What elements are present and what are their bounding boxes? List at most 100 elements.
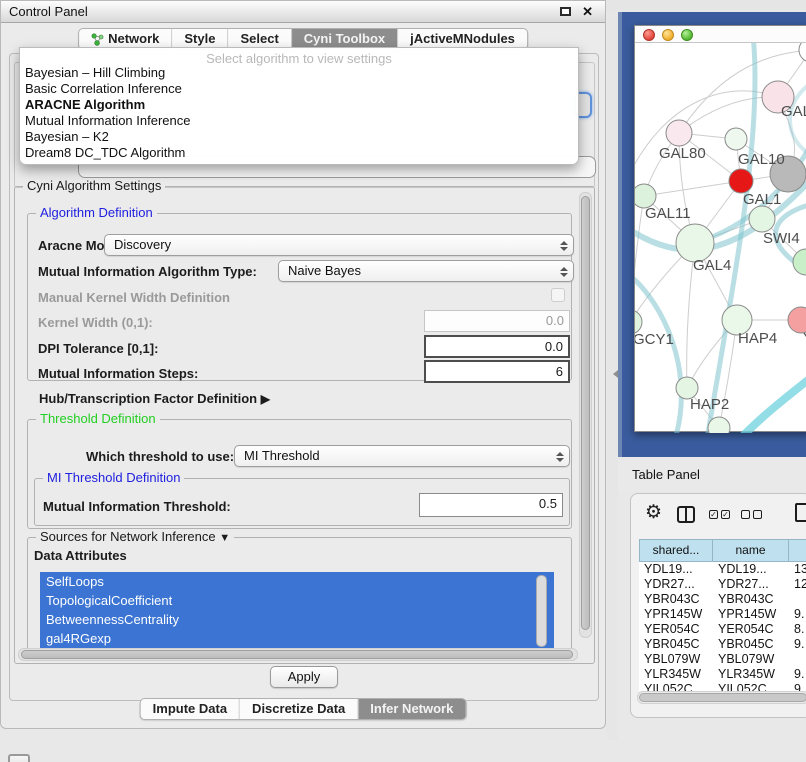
table-row[interactable]: YBR043CYBR043C	[639, 592, 806, 607]
column-header[interactable]	[789, 539, 806, 562]
minimize-traffic-light-icon[interactable]	[662, 29, 674, 41]
algorithm-option[interactable]: ARACNE Algorithm	[20, 97, 578, 113]
table-row[interactable]: YDR27...YDR27...12	[639, 577, 806, 592]
network-canvas[interactable]: GALGAL80GAL10GAL1GAL11SWI4GAL4GCY1HAP4YH…	[635, 43, 806, 433]
which-threshold-select[interactable]: MI Threshold	[234, 445, 570, 467]
table-row[interactable]: YPR145WYPR145W9.	[639, 607, 806, 622]
algorithm-option[interactable]: Bayesian – K2	[20, 129, 578, 145]
table-row[interactable]: YLR345WYLR345W9.	[639, 667, 806, 682]
table-cell: 9	[789, 682, 806, 691]
table-cell: YBL079W	[639, 652, 713, 667]
table-cell: 9.	[789, 607, 806, 622]
tab-cyni-toolbox[interactable]: Cyni Toolbox	[291, 29, 397, 49]
manual-kernel-width-checkbox[interactable]	[551, 288, 565, 302]
network-node-gal10[interactable]	[725, 128, 747, 150]
tab-infer-network[interactable]: Infer Network	[357, 699, 465, 719]
data-attribute-item[interactable]: TopologicalCoefficient	[40, 591, 554, 610]
table-cell: YDR27...	[713, 577, 789, 592]
columns-icon[interactable]	[677, 506, 695, 523]
scrollbar-thumb[interactable]	[21, 650, 573, 659]
close-icon[interactable]: ✕	[582, 4, 593, 20]
algorithm-option[interactable]: Basic Correlation Inference	[20, 81, 578, 97]
tab-style[interactable]: Style	[171, 29, 227, 49]
cyni-bottom-tabbar: Impute Data Discretize Data Infer Networ…	[140, 698, 467, 720]
tab-label: Cyni Toolbox	[304, 29, 385, 49]
network-node-top-right-cut[interactable]	[799, 43, 806, 62]
hub-definition-label: Hub/Transcription Factor Definition	[39, 391, 257, 406]
network-icon	[91, 33, 104, 46]
sources-title: Sources for Network Inference	[40, 529, 216, 544]
sources-group: Sources for Network Inference ▼ Data Att…	[27, 537, 572, 655]
tab-impute-data[interactable]: Impute Data	[141, 699, 239, 719]
gear-icon[interactable]: ⚙	[645, 501, 662, 524]
table-cell: YPR145W	[639, 607, 713, 622]
network-node-swi4[interactable]	[749, 206, 775, 232]
split-pane-divider[interactable]	[607, 10, 618, 740]
control-panel-window: Control Panel ✕ Network Style Select Cyn…	[0, 0, 606, 729]
table-row[interactable]: YER054CYER054C8.	[639, 622, 806, 637]
scrollbar-thumb[interactable]	[581, 196, 590, 630]
apply-button[interactable]: Apply	[270, 666, 338, 688]
table-cell: YPR145W	[713, 607, 789, 622]
divider-collapse-handle[interactable]	[609, 370, 618, 378]
settings-vertical-scrollbar[interactable]	[579, 192, 592, 638]
column-header[interactable]: name	[713, 539, 789, 562]
column-header[interactable]: shared...	[639, 539, 713, 562]
network-view-window: GALGAL80GAL10GAL1GAL11SWI4GAL4GCY1HAP4YH…	[634, 25, 806, 432]
scrollbar-thumb[interactable]	[639, 693, 806, 702]
mi-algorithm-type-select[interactable]: Naive Bayes	[278, 260, 574, 282]
node-label: GCY1	[635, 331, 674, 348]
data-attribute-item[interactable]: gal4RGexp	[40, 629, 554, 648]
tab-select[interactable]: Select	[227, 29, 290, 49]
table-panel-titlebar: Table Panel	[618, 457, 806, 492]
settings-horizontal-scrollbar[interactable]	[18, 648, 578, 661]
minimized-panel-button[interactable]	[8, 754, 30, 762]
algorithm-option[interactable]: Bayesian – Hill Climbing	[20, 65, 578, 81]
checked-boxes-icon[interactable]: ✓ ✓	[709, 506, 730, 519]
table-row[interactable]: YDL19...YDL19...13	[639, 562, 806, 577]
table-body: YDL19...YDL19...13YDR27...YDR27...12YBR0…	[639, 562, 806, 691]
selected-value: Discovery	[114, 237, 171, 252]
table-row[interactable]: YIL052CYIL052C9	[639, 682, 806, 691]
node-label: HAP4	[738, 330, 777, 347]
dpi-tolerance-field[interactable]: 0.0	[424, 335, 570, 358]
selected-value: Naive Bayes	[288, 263, 361, 278]
data-attributes-list[interactable]: SelfLoopsTopologicalCoefficientBetweenne…	[40, 572, 554, 650]
close-traffic-light-icon[interactable]	[643, 29, 655, 41]
control-panel-titlebar: Control Panel ✕	[1, 1, 605, 23]
chevron-down-icon[interactable]: ▼	[219, 532, 230, 544]
attribute-list-scrollbar[interactable]	[536, 575, 547, 647]
network-node-gal1[interactable]	[729, 169, 753, 193]
network-node-gal80[interactable]	[666, 120, 692, 146]
tab-jactivemnodules[interactable]: jActiveMNodules	[397, 29, 527, 49]
algorithm-dropdown-popup: Select algorithm to view settings Bayesi…	[19, 47, 579, 165]
mi-steps-label: Mutual Information Steps:	[38, 366, 198, 381]
table-cell: 12	[789, 577, 806, 592]
aracne-mode-select[interactable]: Discovery	[104, 234, 574, 256]
node-attribute-table: shared...name YDL19...YDL19...13YDR27...…	[639, 539, 806, 691]
checkbox-empty-icon	[741, 510, 750, 519]
mi-threshold-field[interactable]: 0.5	[419, 493, 563, 517]
table-cell: YDL19...	[639, 562, 713, 577]
node-label: GAL10	[738, 151, 785, 168]
network-node-right-green[interactable]	[793, 249, 806, 275]
hub-definition-toggle[interactable]: Hub/Transcription Factor Definition ▶	[39, 391, 270, 406]
table-row[interactable]: YBR045CYBR045C9.	[639, 637, 806, 652]
table-horizontal-scrollbar[interactable]	[637, 691, 806, 704]
data-attribute-item[interactable]: BetweennessCentrality	[40, 610, 554, 629]
mi-steps-field[interactable]: 6	[424, 360, 570, 383]
tab-network[interactable]: Network	[79, 29, 171, 49]
tab-discretize-data[interactable]: Discretize Data	[239, 699, 357, 719]
algorithm-option[interactable]: Dream8 DC_TDC Algorithm	[20, 145, 578, 161]
table-cell: 9.	[789, 667, 806, 682]
kernel-width-field[interactable]: 0.0	[424, 310, 570, 332]
algorithm-option[interactable]: Mutual Information Inference	[20, 113, 578, 129]
zoom-traffic-light-icon[interactable]	[681, 29, 693, 41]
tab-label: Discretize Data	[252, 699, 345, 719]
document-icon[interactable]	[795, 503, 806, 522]
unchecked-boxes-icon[interactable]	[741, 506, 762, 519]
float-window-icon[interactable]	[560, 7, 571, 16]
table-row[interactable]: YBL079WYBL079W	[639, 652, 806, 667]
combo-arrows-icon	[559, 264, 568, 280]
data-attribute-item[interactable]: SelfLoops	[40, 572, 554, 591]
